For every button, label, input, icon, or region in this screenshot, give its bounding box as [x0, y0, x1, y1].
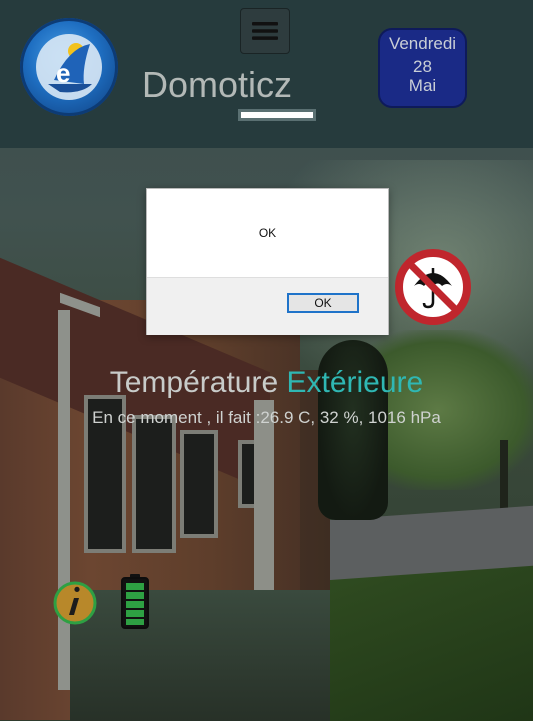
- temperature-title: Température Extérieure: [0, 366, 533, 400]
- title-underline: [238, 109, 316, 121]
- current-conditions: En ce moment , il fait :26.9 C, 32 %, 10…: [92, 408, 441, 427]
- menu-button[interactable]: [240, 8, 290, 54]
- info-icon[interactable]: [52, 580, 98, 626]
- date-day: 28: [413, 57, 432, 76]
- app-title: Domoticz: [142, 64, 293, 105]
- dialog-footer: OK: [147, 277, 388, 335]
- svg-text:e: e: [56, 58, 70, 88]
- date-widget: Vendredi 28 Mai: [378, 28, 467, 108]
- hamburger-menu-icon: [252, 22, 278, 40]
- date-month: Mai: [408, 76, 437, 95]
- battery-full-icon: [121, 574, 149, 629]
- date-weekday: Vendredi: [388, 34, 457, 53]
- no-umbrella-icon: [395, 249, 471, 325]
- temperature-title-accent: Extérieure: [286, 366, 424, 399]
- dialog-message: OK: [258, 226, 277, 240]
- domoticz-logo-icon[interactable]: e: [20, 18, 118, 116]
- alert-dialog: OK OK: [146, 188, 389, 335]
- dialog-ok-button[interactable]: OK: [287, 293, 359, 313]
- temperature-title-main: Température: [109, 366, 287, 399]
